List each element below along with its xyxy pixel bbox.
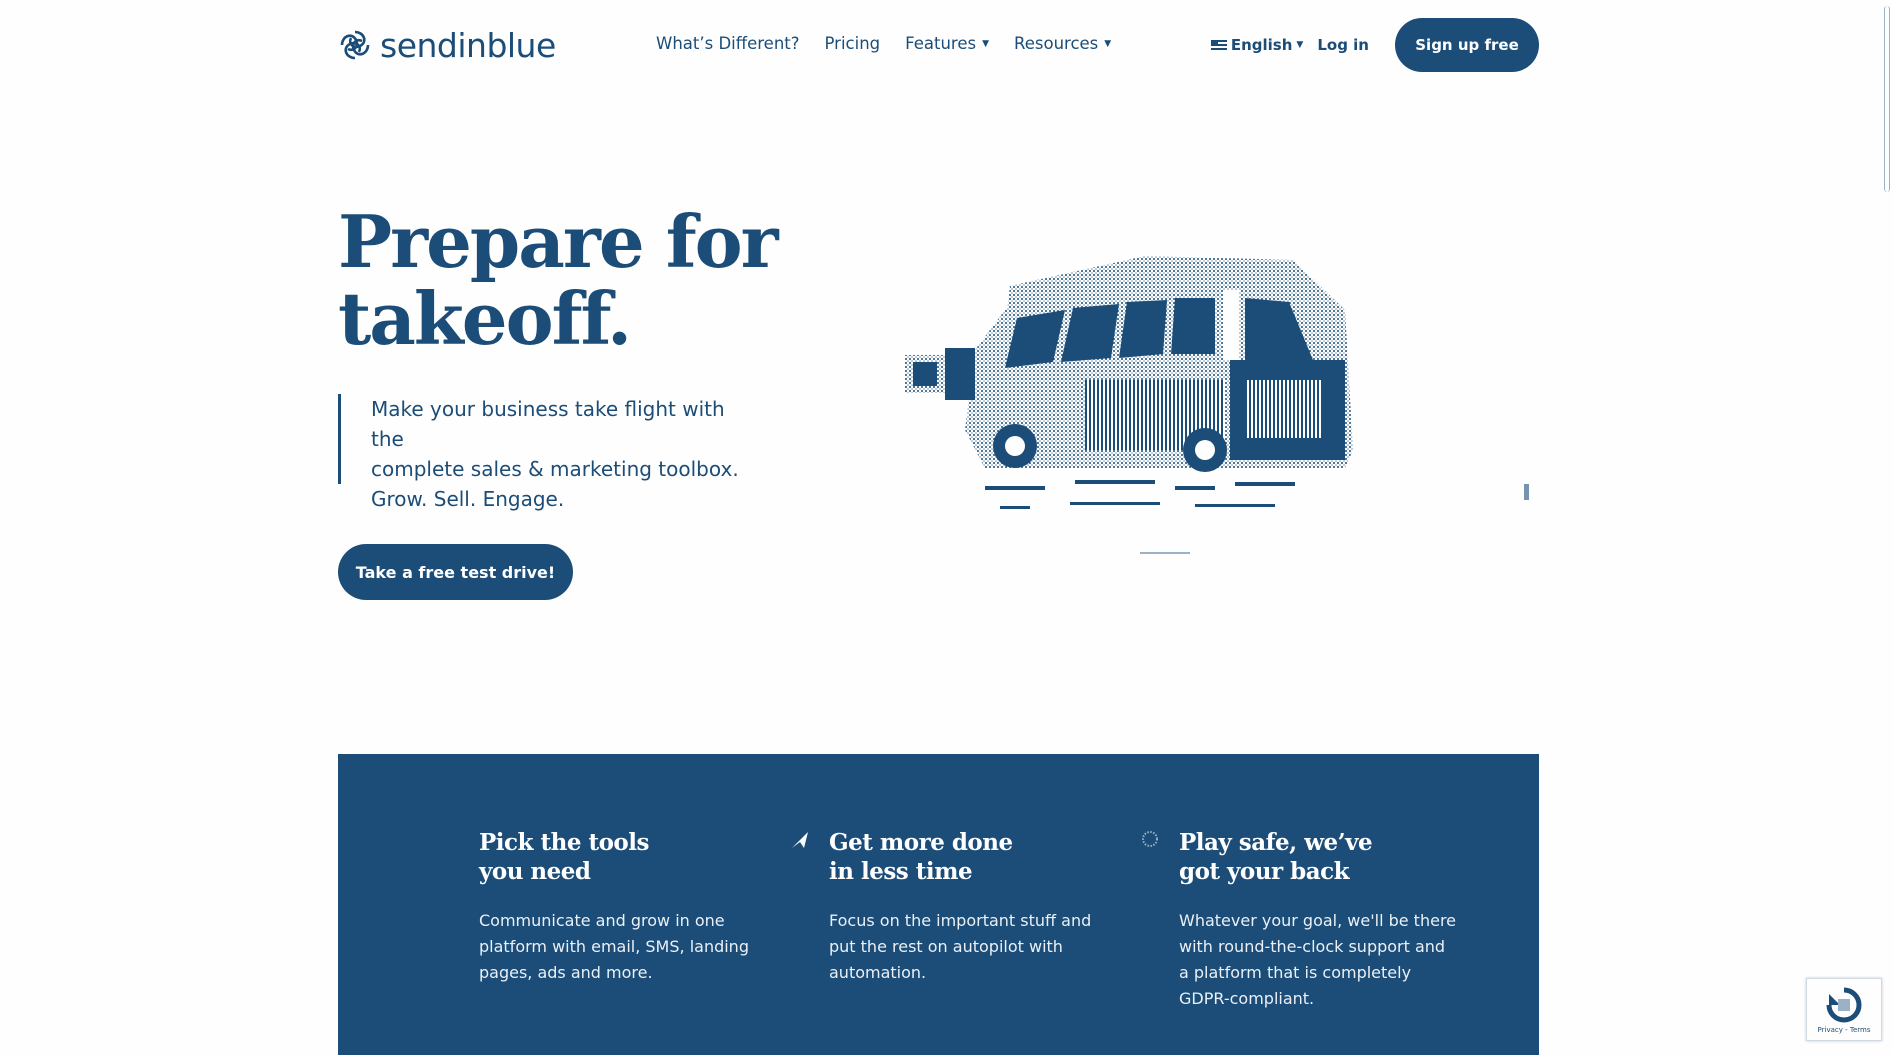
feature-card: Play safe, we’ve got your back Whatever … xyxy=(1179,828,1459,1012)
camper-van-illustration xyxy=(905,256,1353,554)
feature-description: Focus on the important stuff and put the… xyxy=(829,911,1092,982)
caret-down-icon: ▼ xyxy=(982,38,990,49)
hero-title-line: takeoff. xyxy=(338,276,632,361)
feature-description: Communicate and grow in one platform wit… xyxy=(479,911,749,982)
sendinblue-swirl-icon xyxy=(340,30,370,60)
hero-title-line: Prepare for xyxy=(338,199,779,284)
hero-subtitle: Make your business take flight with the … xyxy=(338,394,758,511)
language-selector[interactable]: English ▼ xyxy=(1210,36,1304,54)
page: sendinblue What’s Different? Pricing Fea… xyxy=(0,0,1893,1055)
site-header: sendinblue What’s Different? Pricing Fea… xyxy=(338,18,1539,72)
feature-title-line: Pick the tools xyxy=(479,829,649,856)
recaptcha-links[interactable]: Privacy - Terms xyxy=(1818,1026,1871,1034)
feature-card: Pick the tools you need Communicate and … xyxy=(479,828,759,986)
recaptcha-icon xyxy=(1826,987,1862,1022)
nav-item-pricing[interactable]: Pricing xyxy=(825,34,881,53)
nav-item-whats-different[interactable]: What’s Different? xyxy=(656,34,800,53)
nav-label: Resources xyxy=(1014,34,1099,53)
feature-description: Whatever your goal, we'll be there with … xyxy=(1179,911,1457,1008)
features-band: Pick the tools you need Communicate and … xyxy=(338,754,1539,1055)
feature-title-line: Get more done xyxy=(829,829,1013,856)
feature-title: Pick the tools you need xyxy=(479,828,759,886)
header-actions: English ▼ Log in Sign up free xyxy=(1210,18,1539,72)
signup-button[interactable]: Sign up free xyxy=(1395,18,1539,72)
feature-title-line: you need xyxy=(479,858,591,885)
feature-title-line: got your back xyxy=(1179,858,1350,885)
caret-down-icon: ▼ xyxy=(1296,40,1304,50)
paper-plane-icon xyxy=(792,832,808,848)
us-flag-icon xyxy=(1210,39,1227,51)
nav-item-resources[interactable]: Resources ▼ xyxy=(1014,34,1111,53)
free-test-drive-button[interactable]: Take a free test drive! xyxy=(338,544,573,600)
nav-label: Features xyxy=(905,34,977,53)
language-label: English xyxy=(1230,36,1293,54)
nav-label: Pricing xyxy=(824,34,881,53)
decorative-marker xyxy=(1524,484,1529,500)
scrollbar-thumb[interactable] xyxy=(1884,6,1890,192)
feature-title-line: in less time xyxy=(829,858,973,885)
feature-title-line: Play safe, we’ve xyxy=(1179,829,1373,856)
recaptcha-badge[interactable]: Privacy - Terms xyxy=(1806,978,1882,1041)
hero-subtitle-line: Grow. Sell. Engage. xyxy=(371,487,565,511)
logo[interactable]: sendinblue xyxy=(338,25,556,65)
hero-subtitle-line: Make your business take flight with the xyxy=(371,397,725,451)
hero-title: Prepare for takeoff. xyxy=(338,203,858,357)
feature-card: Get more done in less time Focus on the … xyxy=(829,828,1109,986)
login-link[interactable]: Log in xyxy=(1317,36,1369,54)
vertical-scrollbar[interactable] xyxy=(1881,0,1893,1055)
nav-label: What’s Different? xyxy=(656,34,800,53)
caret-down-icon: ▼ xyxy=(1104,38,1112,49)
feature-title: Play safe, we’ve got your back xyxy=(1179,828,1459,886)
feature-title: Get more done in less time xyxy=(829,828,1109,886)
dotted-circle-icon xyxy=(1142,831,1158,847)
main-nav: What’s Different? Pricing Features ▼ Res… xyxy=(656,34,1111,53)
brand-name: sendinblue xyxy=(380,25,556,65)
hero-subtitle-line: complete sales & marketing toolbox. xyxy=(371,457,739,481)
nav-item-features[interactable]: Features ▼ xyxy=(905,34,989,53)
